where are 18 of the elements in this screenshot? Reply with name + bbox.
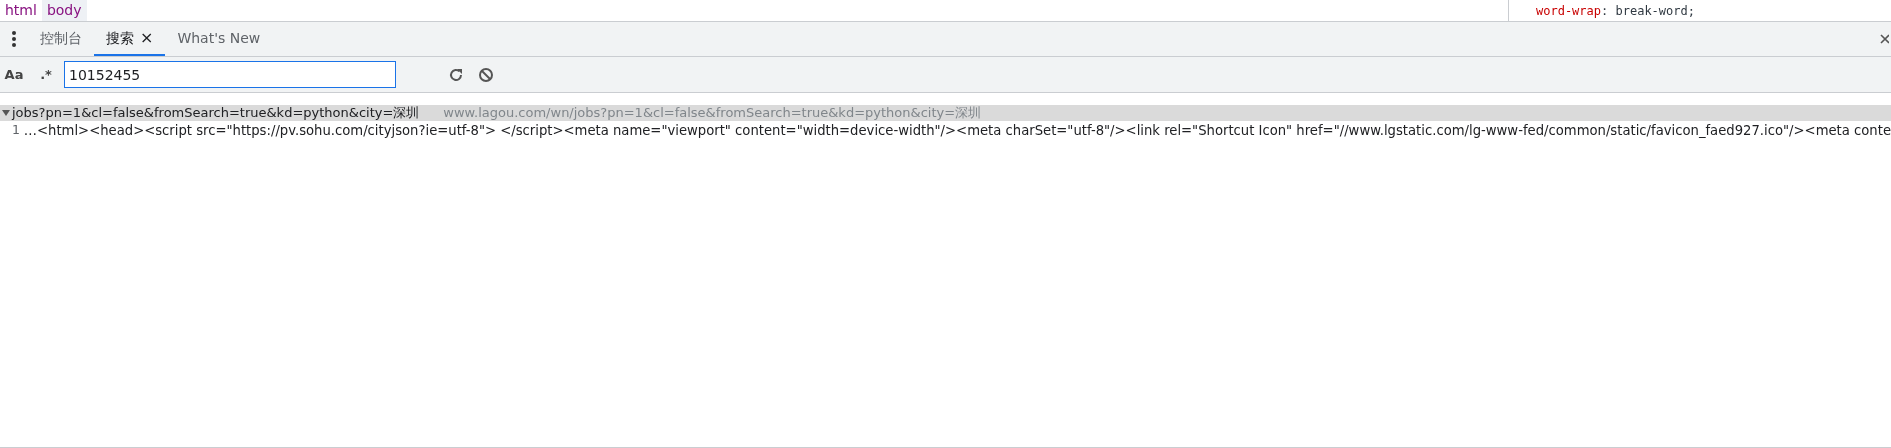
close-icon[interactable] [1880, 34, 1889, 44]
breadcrumb-item[interactable]: body [41, 0, 87, 21]
result-file-row[interactable]: jobs?pn=1&cl=false&fromSearch=true&kd=python&city=深圳 www.lagou.com/wn/jobs?pn=1&cl=false&fromSearch=true&kd=python&city=深圳 [0, 105, 1891, 121]
regex-toggle[interactable]: .* [28, 64, 64, 85]
breadcrumb-item[interactable]: html [0, 0, 42, 21]
close-tab-button[interactable]: × [140, 26, 154, 50]
match-case-toggle[interactable]: Aa [0, 64, 28, 85]
collapse-triangle-icon[interactable] [2, 109, 10, 117]
clear-icon[interactable] [478, 66, 494, 83]
refresh-icon[interactable] [448, 66, 464, 83]
panel-tab[interactable]: What's New [165, 22, 273, 56]
file-url: www.lagou.com/wn/jobs?pn=1&cl=false&fromSearch=true&kd=python&city=深圳 [443, 104, 982, 123]
file-name: jobs?pn=1&cl=false&fromSearch=true&kd=python&city=深圳 [12, 104, 420, 123]
css-declaration: word-wrap: break-word; [1536, 2, 1695, 20]
match-text[interactable]: …<html><head><script src="https://pv.sohu.com/cityjson?ie=utf-8"> </script><meta name="viewport" content="width=device-width"/><meta charSet="utf-8"/><link rel="Shortcut Icon" href="//www.lgstatic.com/lg-www-fed/common/static/favicon_faed927.ico"/><meta conte [23, 120, 1891, 141]
search-field[interactable]: 10152455 [64, 61, 396, 88]
panel-tab[interactable]: 控制台 [28, 22, 94, 56]
line-number: 1 [11, 121, 21, 140]
